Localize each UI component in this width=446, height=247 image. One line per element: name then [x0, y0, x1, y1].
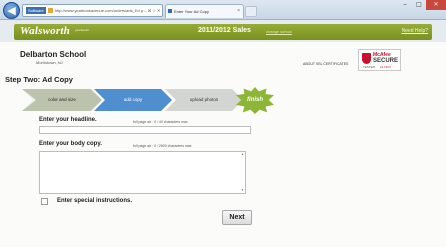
special-instructions-label[interactable]: Enter special instructions. — [57, 198, 132, 204]
sales-title: 2011/2012 Sales — [198, 27, 251, 34]
special-instructions-checkbox[interactable] — [41, 198, 48, 205]
headline-input[interactable] — [39, 126, 251, 134]
step-label: color and size — [48, 97, 76, 102]
step-label: add copy — [123, 97, 143, 102]
page-title: Step Two: Ad Copy — [5, 75, 73, 84]
headline-label: Enter your headline. — [39, 117, 97, 123]
school-city: Morristown, NJ — [36, 60, 63, 65]
address-badge: Software — [26, 7, 46, 15]
step-label: upload photos — [189, 97, 219, 102]
minimize-icon[interactable]: ‒ — [398, 0, 412, 10]
tab-title: Enter Your Ad Copy — [174, 9, 209, 14]
browser-tab[interactable]: Enter Your Ad Copy × — [165, 4, 244, 18]
body-copy-textarea[interactable] — [39, 151, 246, 194]
step-add-copy[interactable]: add copy — [94, 89, 172, 111]
site-favicon-icon — [47, 8, 53, 14]
close-window-icon[interactable]: ✕ — [426, 0, 446, 10]
mcafee-secure-badge[interactable]: McAfee SECURE TESTED 21-NOV — [358, 49, 401, 71]
step-color-and-size[interactable]: color and size — [22, 89, 102, 111]
headline-char-count: full page ad : 0 / 40 characters max — [133, 120, 188, 124]
address-url: http://www.yearbookavenue.com/orders/ads… — [54, 8, 161, 13]
chevron-icon — [22, 89, 36, 111]
new-tab-button[interactable] — [245, 6, 257, 17]
page-content: Delbarton School Morristown, NJ ABOUT SS… — [0, 42, 446, 247]
change-school-link[interactable]: change school — [266, 29, 292, 34]
scroll-up-icon[interactable]: ▲ — [241, 152, 244, 156]
mcafee-date: 21-NOV — [380, 65, 391, 69]
tab-close-icon[interactable]: × — [237, 5, 240, 18]
scroll-down-icon[interactable]: ▼ — [241, 188, 244, 192]
mcafee-secure-label: SECURE — [373, 58, 399, 64]
help-link[interactable]: Need Help? — [402, 28, 428, 34]
school-name: Delbarton School — [20, 50, 87, 59]
logo-subtitle: yearbooks — [75, 28, 89, 32]
browser-toolbar: ◀ Software http://www.yearbookavenue.com/… — [0, 0, 446, 20]
body-copy-char-count: full page ad : 0 / 2600 characters max — [133, 144, 192, 148]
step-upload-photos[interactable]: upload photos — [165, 89, 243, 111]
finish-label: finish — [247, 97, 263, 103]
site-header: Walsworth yearbooks 2011/2012 Sales chan… — [14, 24, 432, 40]
mcafee-tested-label: TESTED — [363, 65, 375, 69]
back-arrow-icon[interactable]: ◀ — [3, 2, 20, 19]
mcafee-shield-icon — [362, 53, 371, 64]
app-window: ◀ Software http://www.yearbookavenue.com/… — [0, 0, 446, 247]
tab-favicon-icon — [168, 9, 172, 13]
maximize-icon[interactable]: □ — [412, 0, 426, 10]
body-copy-label: Enter your body copy. — [39, 141, 102, 147]
window-controls: ‒ □ ✕ — [398, 0, 446, 10]
address-bar[interactable]: Software http://www.yearbookavenue.com/or… — [22, 4, 163, 17]
walsworth-logo[interactable]: Walsworth — [20, 25, 70, 37]
next-button[interactable]: Next — [222, 210, 252, 225]
about-ssl-link[interactable]: ABOUT SSL CERTIFICATES — [303, 62, 348, 66]
